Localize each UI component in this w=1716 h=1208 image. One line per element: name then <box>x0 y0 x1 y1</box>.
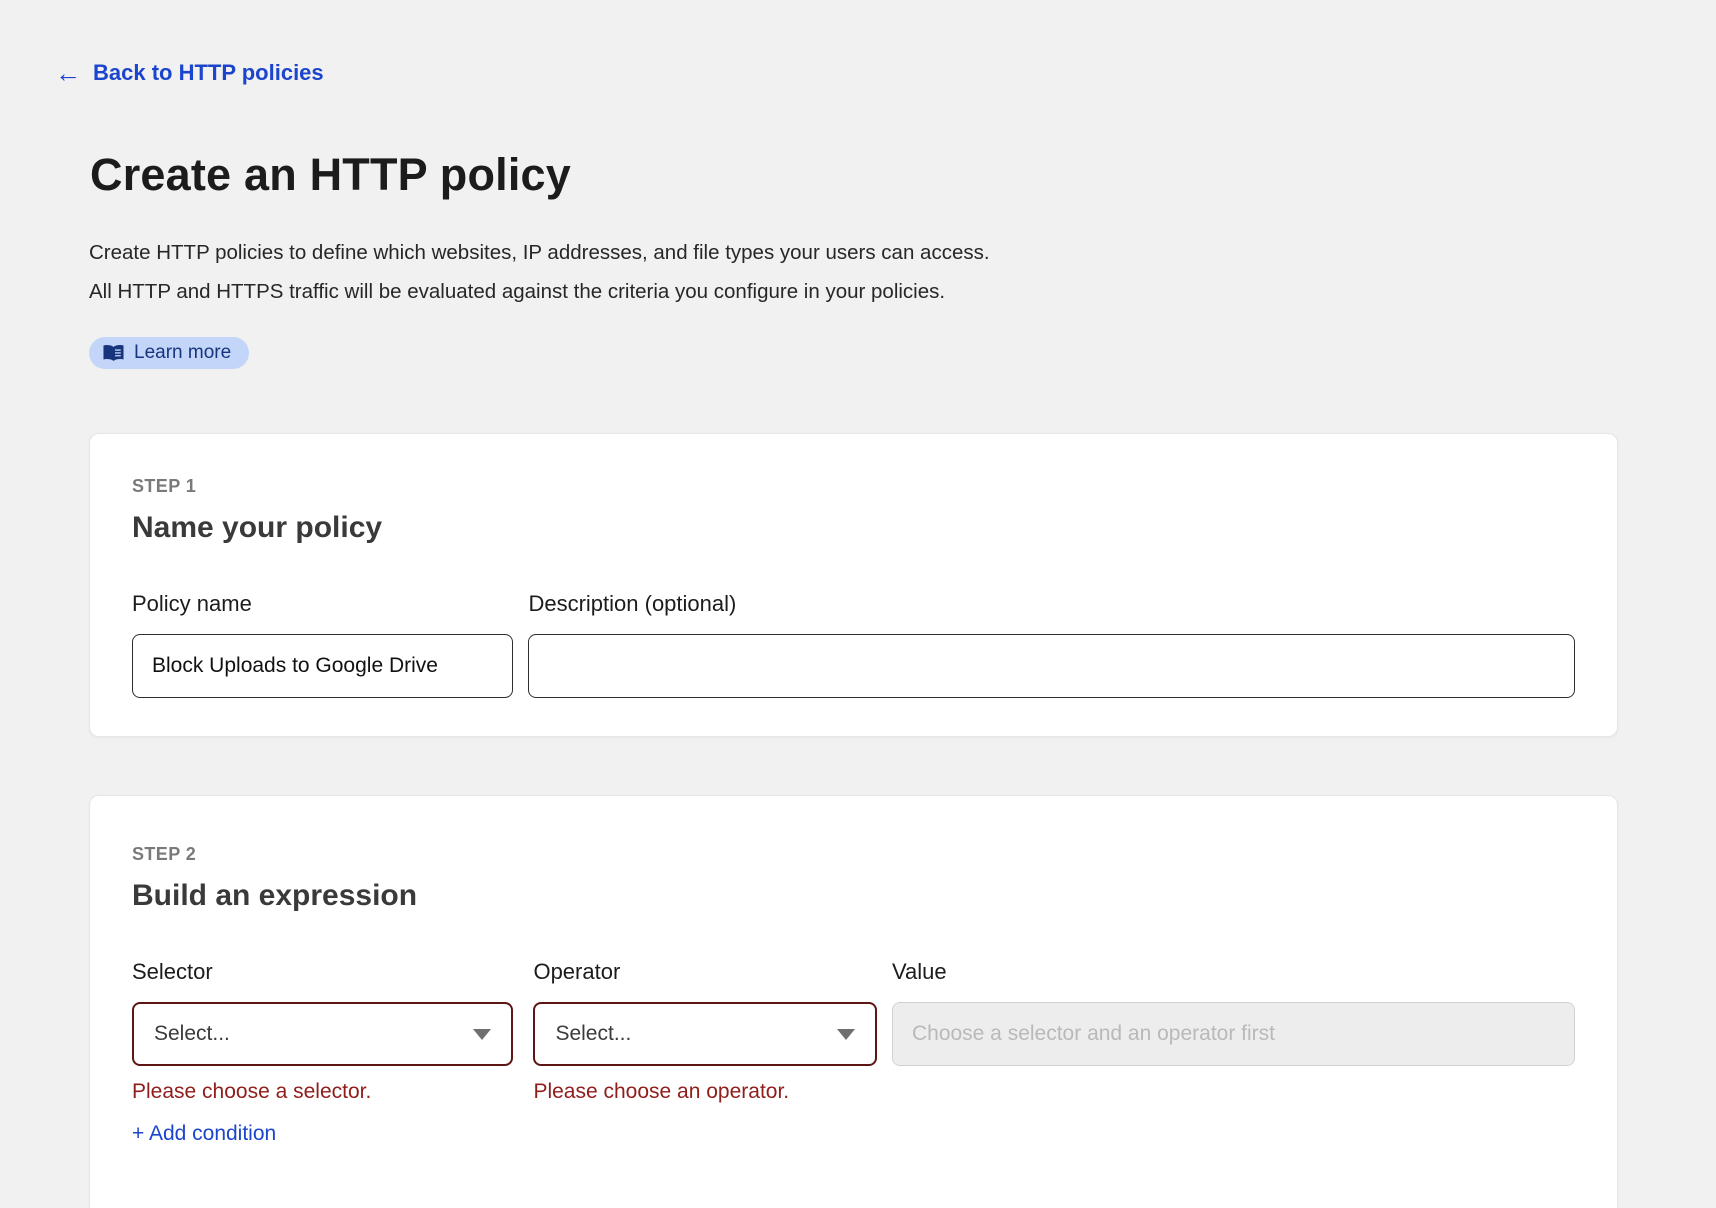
expression-builder-row: Selector Select... Please choose a selec… <box>132 959 1575 1146</box>
step2-label: STEP 2 <box>132 844 1575 865</box>
step1-heading: Name your policy <box>132 511 1575 545</box>
value-field-group: Value <box>892 959 1575 1146</box>
operator-dropdown[interactable]: Select... <box>533 1002 877 1066</box>
selector-dropdown[interactable]: Select... <box>132 1002 513 1066</box>
description-label: Description (optional) <box>528 591 1575 617</box>
step2-card: STEP 2 Build an expression Selector Sele… <box>89 795 1618 1208</box>
step2-heading: Build an expression <box>132 879 1575 913</box>
step1-form-row: Policy name Description (optional) <box>132 591 1575 698</box>
arrow-left-icon: ← <box>55 60 81 86</box>
value-label: Value <box>892 959 1575 985</box>
add-condition-link[interactable]: + Add condition <box>132 1122 276 1146</box>
policy-name-field-group: Policy name <box>132 591 513 698</box>
chevron-down-icon <box>837 1029 855 1040</box>
back-link-label: Back to HTTP policies <box>93 60 324 86</box>
step1-card: STEP 1 Name your policy Policy name Desc… <box>89 433 1618 737</box>
back-to-http-policies-link[interactable]: ← Back to HTTP policies <box>55 60 324 86</box>
selector-label: Selector <box>132 959 513 985</box>
description-input[interactable] <box>528 634 1575 698</box>
chevron-down-icon <box>473 1029 491 1040</box>
page-title: Create an HTTP policy <box>90 149 1716 201</box>
operator-label: Operator <box>533 959 877 985</box>
operator-field-group: Operator Select... Please choose an oper… <box>533 959 877 1146</box>
selector-field-group: Selector Select... Please choose a selec… <box>132 959 513 1146</box>
selector-dropdown-value: Select... <box>154 1022 230 1046</box>
value-input[interactable] <box>892 1002 1575 1066</box>
selector-error-message: Please choose a selector. <box>132 1080 513 1104</box>
policy-name-label: Policy name <box>132 591 513 617</box>
learn-more-label: Learn more <box>134 342 231 364</box>
policy-name-input[interactable] <box>132 634 513 698</box>
step1-label: STEP 1 <box>132 476 1575 497</box>
create-http-policy-page: ← Back to HTTP policies Create an HTTP p… <box>0 0 1716 1208</box>
page-intro: Create HTTP policies to define which web… <box>89 233 1716 311</box>
book-icon <box>103 344 124 362</box>
intro-line-1: Create HTTP policies to define which web… <box>89 233 1716 272</box>
learn-more-button[interactable]: Learn more <box>89 337 249 369</box>
operator-error-message: Please choose an operator. <box>533 1080 877 1104</box>
intro-line-2: All HTTP and HTTPS traffic will be evalu… <box>89 272 1716 311</box>
description-field-group: Description (optional) <box>528 591 1575 698</box>
back-row: ← Back to HTTP policies <box>0 0 1716 87</box>
operator-dropdown-value: Select... <box>555 1022 631 1046</box>
